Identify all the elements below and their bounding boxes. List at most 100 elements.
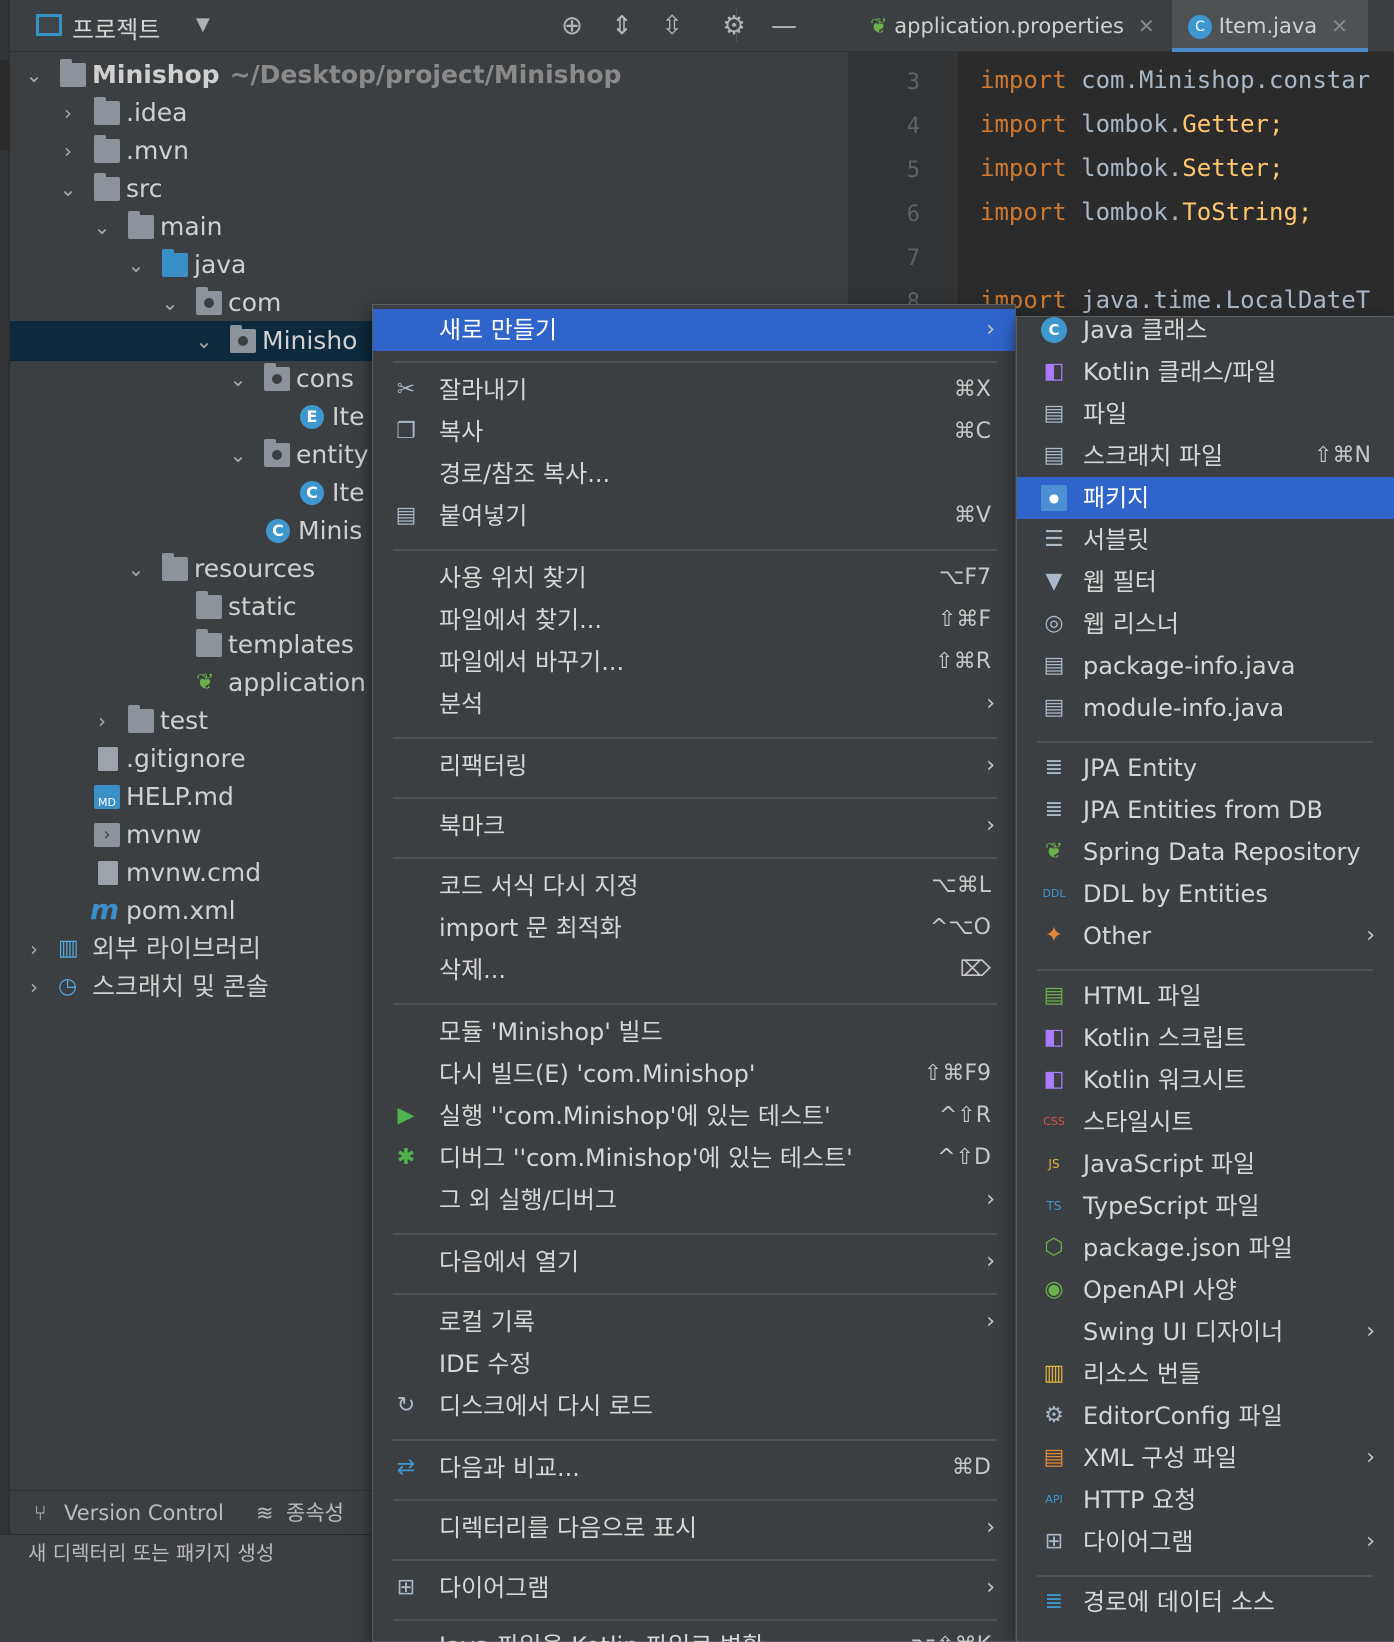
menu-item-analyze[interactable]: 분석 › <box>373 683 1015 725</box>
chevron-down-icon[interactable]: ⌄ <box>160 283 180 323</box>
submenu-item-spring-data-repository[interactable]: ❦ Spring Data Repository <box>1017 831 1394 873</box>
tree-item-label: pom.xml <box>126 896 236 925</box>
submenu-item-swing-ui-designer[interactable]: Swing UI 디자이너 › <box>1017 1311 1394 1353</box>
reload-icon: ↻ <box>396 1393 416 1418</box>
submenu-item-diagram[interactable]: ⊞ 다이어그램 › <box>1017 1521 1394 1563</box>
collapse-all-icon[interactable]: ⇳ <box>656 10 688 42</box>
menu-item-cut[interactable]: ✂ 잘라내기 ⌘X <box>373 369 1015 411</box>
submenu-item-jpa-entities-from-db[interactable]: ≣ JPA Entities from DB <box>1017 789 1394 831</box>
submenu-item-package[interactable]: ● 패키지 <box>1017 477 1394 519</box>
submenu-item-package-info[interactable]: ▤ package-info.java <box>1017 645 1394 687</box>
submenu-item-html-file[interactable]: ▤ HTML 파일 <box>1017 975 1394 1017</box>
minimize-icon[interactable]: — <box>768 10 800 42</box>
menu-item-diagrams[interactable]: ⊞ 다이어그램 › <box>373 1567 1015 1609</box>
menu-item-copy-path[interactable]: 경로/참조 복사... <box>373 453 1015 495</box>
submenu-item-scratch-file[interactable]: ▤ 스크래치 파일 ⇧⌘N <box>1017 435 1394 477</box>
menu-item-convert-java-to-kotlin[interactable]: Java 파일을 Kotlin 파일로 변환⌥⇧⌘K <box>373 1625 1015 1642</box>
submenu-item-jpa-entity[interactable]: ≣ JPA Entity <box>1017 747 1394 789</box>
submenu-item-xml-config[interactable]: ▤ XML 구성 파일 › <box>1017 1437 1394 1479</box>
expand-all-icon[interactable]: ⇕ <box>606 10 638 42</box>
chevron-down-icon[interactable]: ⌄ <box>228 359 248 399</box>
submenu-item-kotlin-script[interactable]: ◧ Kotlin 스크립트 <box>1017 1017 1394 1059</box>
chevron-down-icon[interactable]: ⌄ <box>24 55 44 95</box>
close-icon[interactable]: ✕ <box>1331 14 1348 38</box>
menu-item-debug-tests[interactable]: ✱ 디버그 ''com.Minishop'에 있는 테스트' ^⇧D <box>373 1137 1015 1179</box>
locate-icon[interactable]: ⊕ <box>556 10 588 42</box>
code-line[interactable]: import lombok.Getter; <box>980 110 1283 138</box>
chevron-down-icon[interactable]: ⌄ <box>228 435 248 475</box>
chevron-down-icon[interactable]: ⌄ <box>58 169 78 209</box>
submenu-item-editorconfig[interactable]: ⚙ EditorConfig 파일 <box>1017 1395 1394 1437</box>
submenu-item-typescript-file[interactable]: TS TypeScript 파일 <box>1017 1185 1394 1227</box>
menu-item-local-history[interactable]: 로컬 기록 › <box>373 1301 1015 1343</box>
menu-item-replace-in-files[interactable]: 파일에서 바꾸기... ⇧⌘R <box>373 641 1015 683</box>
chevron-down-icon[interactable]: ⌄ <box>92 207 112 247</box>
submenu-item-resource-bundle[interactable]: ▥ 리소스 번들 <box>1017 1353 1394 1395</box>
code-line[interactable]: import lombok.Setter; <box>980 154 1283 182</box>
chevron-down-icon[interactable]: ⌄ <box>126 245 146 285</box>
chevron-right-icon[interactable]: › <box>24 967 44 1007</box>
submenu-item-kotlin-class[interactable]: ◧ Kotlin 클래스/파일 <box>1017 351 1394 393</box>
tree-item-mvn[interactable]: › .mvn <box>10 131 848 171</box>
submenu-item-data-source-in-path[interactable]: ≣ 경로에 데이터 소스 <box>1017 1581 1394 1623</box>
tab-item-java[interactable]: C Item.java ✕ <box>1172 0 1368 52</box>
menu-item-build-module[interactable]: 모듈 'Minishop' 빌드 <box>373 1011 1015 1053</box>
submenu-item-web-filter[interactable]: ▼ 웹 필터 <box>1017 561 1394 603</box>
submenu-item-servlet[interactable]: ☰ 서블릿 <box>1017 519 1394 561</box>
close-icon[interactable]: ✕ <box>1138 14 1155 38</box>
chevron-right-icon[interactable]: › <box>58 93 78 133</box>
tree-item-label: static <box>228 592 297 621</box>
tree-item-label: src <box>126 174 163 203</box>
tree-item-label: Minisho <box>262 326 358 355</box>
tab-application-properties[interactable]: ❦ application.properties ✕ <box>848 0 1168 52</box>
dependencies-tab[interactable]: 종속성 <box>286 1491 344 1535</box>
gear-icon[interactable]: ⚙ <box>718 10 750 42</box>
menu-item-new[interactable]: 새로 만들기 › <box>373 309 1015 351</box>
code-line[interactable]: import com.Minishop.constar <box>980 66 1370 94</box>
submenu-item-module-info[interactable]: ▤ module-info.java <box>1017 687 1394 729</box>
line-number: 5 <box>906 158 920 183</box>
chevron-right-icon[interactable]: › <box>92 701 112 741</box>
version-control-tab[interactable]: Version Control <box>64 1491 224 1535</box>
submenu-item-openapi[interactable]: ◉ OpenAPI 사양 <box>1017 1269 1394 1311</box>
menu-item-compare-with[interactable]: ⇄ 다음과 비교... ⌘D <box>373 1447 1015 1489</box>
menu-item-copy[interactable]: ❐ 복사 ⌘C <box>373 411 1015 453</box>
chevron-down-icon[interactable]: ▼ <box>196 14 210 35</box>
menu-item-reload-from-disk[interactable]: ↻ 디스크에서 다시 로드 <box>373 1385 1015 1427</box>
menu-item-more-run-debug[interactable]: 그 외 실행/디버그 › <box>373 1179 1015 1221</box>
tree-item-idea[interactable]: › .idea <box>10 93 848 133</box>
menu-item-paste[interactable]: ▤ 붙여넣기 ⌘V <box>373 495 1015 537</box>
menu-item-open-in[interactable]: 다음에서 열기 › <box>373 1241 1015 1283</box>
submenu-item-stylesheet[interactable]: CSS 스타일시트 <box>1017 1101 1394 1143</box>
project-panel-title[interactable]: 프로젝트 <box>72 10 160 45</box>
menu-item-find-usages[interactable]: 사용 위치 찾기 ⌥F7 <box>373 557 1015 599</box>
tree-item-java[interactable]: ⌄ java <box>10 245 848 285</box>
menu-item-rebuild[interactable]: 다시 빌드(E) 'com.Minishop' ⇧⌘F9 <box>373 1053 1015 1095</box>
menu-item-mark-directory-as[interactable]: 디렉터리를 다음으로 표시 › <box>373 1507 1015 1549</box>
menu-item-fix-ide[interactable]: IDE 수정 <box>373 1343 1015 1385</box>
chevron-down-icon[interactable]: ⌄ <box>126 549 146 589</box>
menu-item-optimize-imports[interactable]: import 문 최적화 ^⌥O <box>373 907 1015 949</box>
submenu-item-http-request[interactable]: API HTTP 요청 <box>1017 1479 1394 1521</box>
menu-item-bookmarks[interactable]: 북마크 › <box>373 805 1015 847</box>
submenu-item-ddl-by-entities[interactable]: DDL DDL by Entities <box>1017 873 1394 915</box>
submenu-item-package-json[interactable]: ⬡ package.json 파일 <box>1017 1227 1394 1269</box>
menu-item-run-tests[interactable]: ▶ 실행 ''com.Minishop'에 있는 테스트' ^⇧R <box>373 1095 1015 1137</box>
submenu-item-file[interactable]: ▤ 파일 <box>1017 393 1394 435</box>
submenu-item-java-class[interactable]: C Java 클래스 <box>1017 309 1394 351</box>
menu-item-delete[interactable]: 삭제... ⌦ <box>373 949 1015 991</box>
menu-item-find-in-files[interactable]: 파일에서 찾기... ⇧⌘F <box>373 599 1015 641</box>
submenu-item-web-listener[interactable]: ◎ 웹 리스너 <box>1017 603 1394 645</box>
menu-item-reformat-code[interactable]: 코드 서식 다시 지정 ⌥⌘L <box>373 865 1015 907</box>
submenu-item-javascript-file[interactable]: JS JavaScript 파일 <box>1017 1143 1394 1185</box>
chevron-right-icon[interactable]: › <box>58 131 78 171</box>
tree-item-main[interactable]: ⌄ main <box>10 207 848 247</box>
submenu-item-kotlin-worksheet[interactable]: ◧ Kotlin 워크시트 <box>1017 1059 1394 1101</box>
menu-item-refactor[interactable]: 리팩터링 › <box>373 745 1015 787</box>
submenu-item-other[interactable]: ✦ Other › <box>1017 915 1394 957</box>
tree-item-src[interactable]: ⌄ src <box>10 169 848 209</box>
code-line[interactable]: import lombok.ToString; <box>980 198 1312 226</box>
chevron-right-icon[interactable]: › <box>24 929 44 969</box>
tree-item-minishop-root[interactable]: ⌄ Minishop ~/Desktop/project/Minishop <box>10 55 848 95</box>
chevron-down-icon[interactable]: ⌄ <box>194 321 214 361</box>
